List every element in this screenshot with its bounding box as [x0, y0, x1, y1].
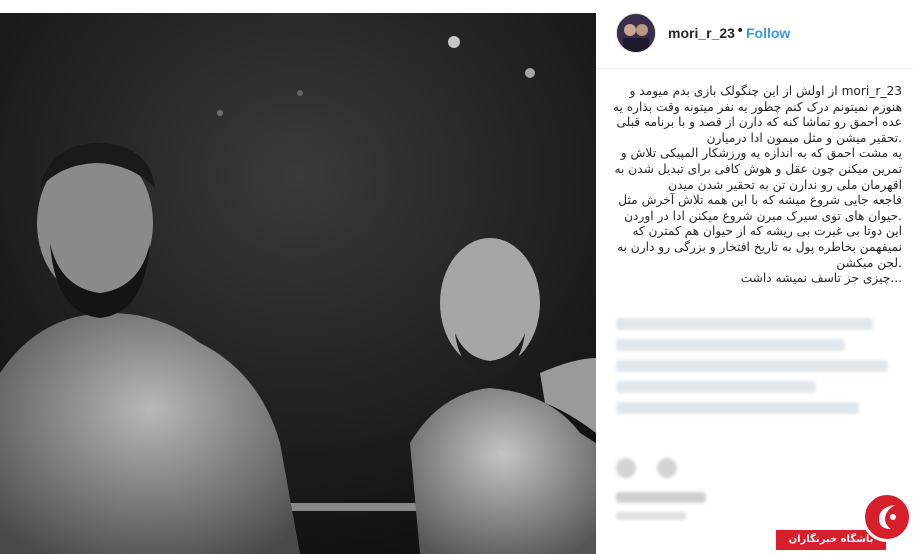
separator-dot: •: [736, 23, 745, 39]
caption-line: ...چیزی جز تاسف نمیشه داشت: [740, 271, 902, 286]
post-date: [616, 512, 686, 520]
follow-button[interactable]: Follow: [746, 25, 790, 41]
post-actions: [616, 458, 902, 482]
avatar-image: [617, 14, 655, 52]
blurred-comment: [616, 318, 874, 330]
caption-line: نمیفهمن بخاطره پول به تاریخ افتخار و بزر…: [616, 239, 902, 254]
caption-line: تمرین میکنن چون عقل و هوش کافی برای تبدی…: [614, 161, 902, 176]
blurred-comment: [616, 402, 860, 414]
blurred-comment: [616, 360, 888, 372]
caption-line: فاجعه جایی شروع میشه که با این همه تلاش …: [618, 193, 902, 208]
heart-icon[interactable]: [616, 458, 636, 478]
post-caption: mori_r_23 از اولش از این چنگولک بازی بدم…: [612, 84, 902, 287]
caption-line: .لجن میکشن: [836, 255, 902, 270]
post-username[interactable]: mori_r_23: [668, 25, 735, 41]
blurred-comment: [616, 339, 845, 351]
caption-line: عده احمق رو تماشا کنه که دارن از قصد و ب…: [616, 115, 902, 130]
likes-count: [616, 492, 706, 503]
watermark-logo: باشگاه خبرنگاران: [776, 486, 913, 554]
caption-line: .تحقیر میشن و مثل میمون ادا درمیارن: [706, 130, 902, 145]
blurred-comments: [616, 318, 902, 423]
caption-line: این دوتا بی غیرت بی ریشه که از حیوان هم …: [632, 224, 902, 239]
caption-line: mori_r_23 از اولش از این چنگولک بازی بدم…: [629, 84, 902, 98]
post-photo[interactable]: [0, 13, 596, 554]
profile-avatar[interactable]: [616, 13, 656, 53]
logo-glyph: [879, 505, 896, 529]
caption-line: اقهرمان ملی رو ندارن تن به تحقیر شدن مید…: [668, 177, 902, 192]
blurred-comment: [616, 381, 817, 393]
wrestlers-photo: [0, 13, 596, 554]
yjc-logo-icon: [862, 492, 912, 542]
caption-line: یه مشت احمق که به اندازه یه ورزشکار المپ…: [620, 146, 902, 161]
comment-icon[interactable]: [657, 458, 678, 478]
caption-line: .حیوان های توی سیرک میرن شروع میکنن ادا …: [624, 208, 902, 223]
post-sidebar: mori_r_23 • Follow mori_r_23 از اولش از …: [596, 0, 913, 554]
post-header: mori_r_23 • Follow: [596, 0, 913, 69]
caption-line: هنوزم نمیتونم درک کنم چطور یه نفر میتونه…: [612, 99, 902, 114]
